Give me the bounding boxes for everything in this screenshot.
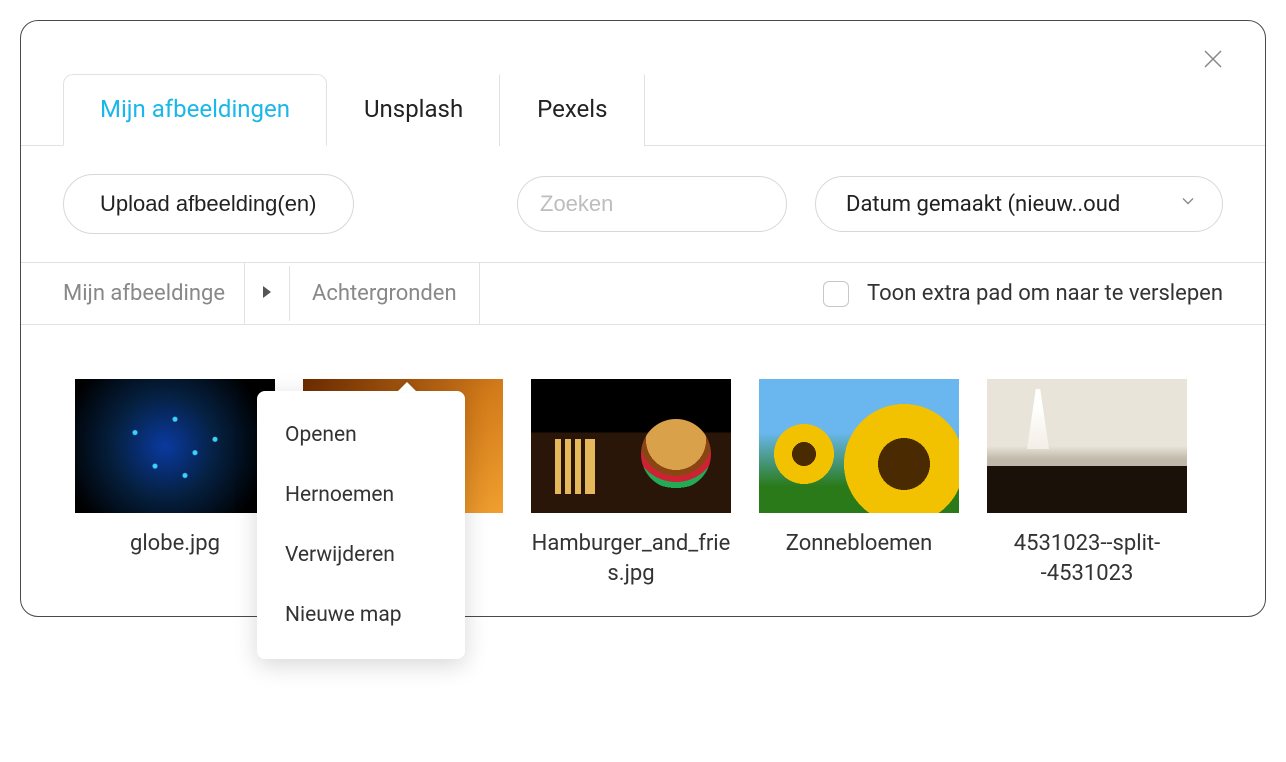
thumbnail-label: 4531023--split--4531023 [987,529,1187,588]
sort-dropdown-label: Datum gemaakt (nieuw..oud [846,192,1120,217]
close-button[interactable] [1199,47,1227,75]
thumbnail-gallery: globe.jpg Hamburger_and_fries.jpg Zonneb… [21,325,1265,616]
thumbnail-item[interactable]: 4531023--split--4531023 [987,379,1187,588]
upload-button-label: Upload afbeelding(en) [100,191,317,216]
breadcrumb-separator [245,266,290,321]
breadcrumb-root[interactable]: Mijn afbeeldinge [21,263,245,324]
tab-label: Unsplash [364,95,463,123]
drag-path-checkbox[interactable] [823,281,849,307]
ctx-new-folder[interactable]: Nieuwe map [257,585,465,645]
chevron-right-icon [261,284,273,303]
search-input[interactable] [540,191,828,217]
thumbnail-label: globe.jpg [130,529,220,559]
image-picker-modal: Mijn afbeeldingen Unsplash Pexels Upload… [20,20,1266,617]
thumbnail-label: Zonnebloemen [786,529,933,559]
search-field[interactable] [517,176,787,232]
thumbnail-image [987,379,1187,513]
thumbnail-image [75,379,275,513]
thumbnail-item[interactable]: Zonnebloemen [759,379,959,588]
thumbnail-label: Hamburger_and_fries.jpg [531,529,731,588]
tab-label: Pexels [537,95,607,123]
tab-my-images[interactable]: Mijn afbeeldingen [63,74,327,146]
folder-context-menu: Openen Hernoemen Verwijderen Nieuwe map [257,391,465,659]
toolbar: Upload afbeelding(en) Datum gemaakt (nie… [21,146,1265,263]
tab-label: Mijn afbeeldingen [100,95,290,123]
drag-path-toggle: Toon extra pad om naar te verslepen [823,281,1223,307]
chevron-down-icon [1178,191,1198,217]
thumbnail-item[interactable]: globe.jpg [75,379,275,588]
ctx-open[interactable]: Openen [257,405,465,465]
thumbnail-item[interactable]: Hamburger_and_fries.jpg [531,379,731,588]
breadcrumb-row: Mijn afbeeldinge Achtergronden Toon extr… [21,263,1265,325]
ctx-rename[interactable]: Hernoemen [257,465,465,525]
upload-button[interactable]: Upload afbeelding(en) [63,174,354,234]
thumbnail-image [759,379,959,513]
drag-path-label: Toon extra pad om naar te verslepen [867,281,1223,306]
close-icon [1203,49,1223,73]
breadcrumb-current[interactable]: Achtergronden [290,263,480,324]
thumbnail-image [531,379,731,513]
ctx-delete[interactable]: Verwijderen [257,525,465,585]
source-tabs: Mijn afbeeldingen Unsplash Pexels [21,73,1265,146]
tab-unsplash[interactable]: Unsplash [327,74,500,146]
tab-pexels[interactable]: Pexels [500,74,644,146]
sort-dropdown[interactable]: Datum gemaakt (nieuw..oud [815,176,1223,232]
